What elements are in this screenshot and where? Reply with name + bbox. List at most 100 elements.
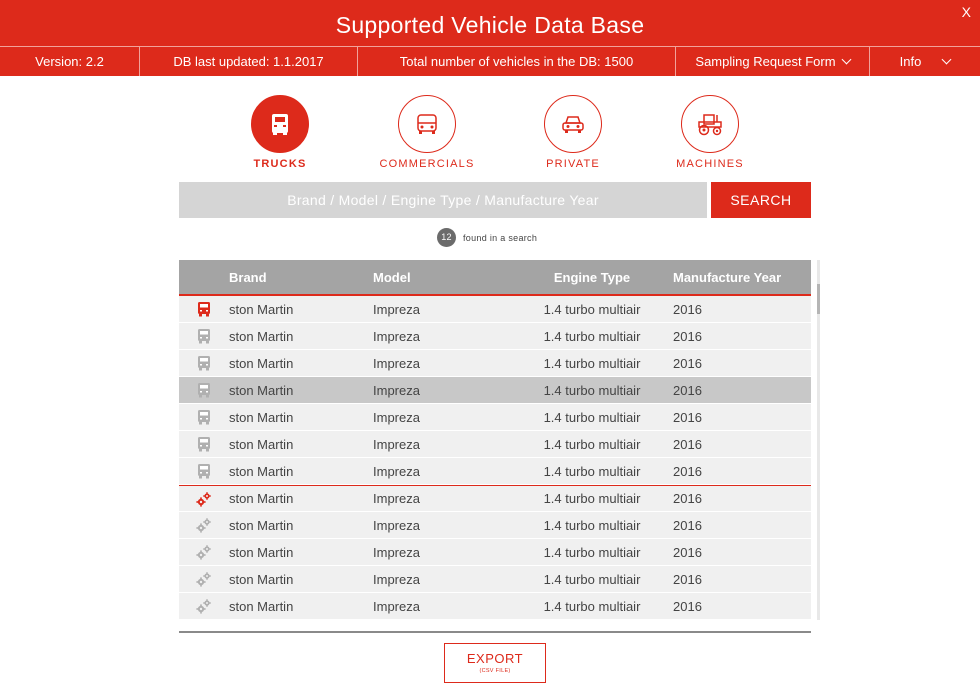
truck-icon <box>179 328 229 344</box>
table-row[interactable]: ston Martin Impreza 1.4 turbo multiair 2016 <box>179 593 811 620</box>
truck-icon <box>179 436 229 452</box>
category-commercials[interactable]: COMMERCIALS <box>367 95 487 170</box>
cell-manufacture-year: 2016 <box>673 463 702 479</box>
cell-model: Impreza <box>373 355 420 371</box>
cell-model: Impreza <box>373 544 420 560</box>
table-row[interactable]: ston Martin Impreza 1.4 turbo multiair 2016 <box>179 458 811 485</box>
category-machines[interactable]: MACHINES <box>650 95 770 170</box>
results-summary: 12 found in a search <box>437 228 537 247</box>
header-engine-type[interactable]: Engine Type <box>511 270 673 285</box>
cell-engine-type: 1.4 turbo multiair <box>543 544 641 560</box>
cell-engine-type: 1.4 turbo multiair <box>543 355 641 371</box>
cell-brand: ston Martin <box>229 382 294 398</box>
cell-engine-type: 1.4 turbo multiair <box>543 409 641 425</box>
cell-brand: ston Martin <box>229 436 294 452</box>
cell-manufacture-year: 2016 <box>673 328 702 344</box>
cell-manufacture-year: 2016 <box>673 301 702 317</box>
total-vehicles-label: Total number of vehicles in the DB: 1500 <box>358 47 676 76</box>
truck-icon <box>179 355 229 371</box>
cell-brand: ston Martin <box>229 517 294 533</box>
table-row[interactable]: ston Martin Impreza 1.4 turbo multiair 2016 <box>179 404 811 431</box>
cell-engine-type: 1.4 turbo multiair <box>543 328 641 344</box>
results-count-badge: 12 <box>437 228 456 247</box>
van-icon <box>398 95 456 153</box>
cell-engine-type: 1.4 turbo multiair <box>543 436 641 452</box>
cell-manufacture-year: 2016 <box>673 436 702 452</box>
table-row[interactable]: ston Martin Impreza 1.4 turbo multiair 2016 <box>179 377 811 404</box>
gears-icon <box>179 544 229 560</box>
cell-brand: ston Martin <box>229 301 294 317</box>
scrollbar-track[interactable] <box>817 260 820 620</box>
cell-model: Impreza <box>373 463 420 479</box>
table-row[interactable]: ston Martin Impreza 1.4 turbo multiair 2016 <box>179 431 811 458</box>
category-trucks-label: TRUCKS <box>253 158 307 170</box>
table-row[interactable]: ston Martin Impreza 1.4 turbo multiair 2016 <box>179 296 811 323</box>
cell-brand: ston Martin <box>229 491 294 506</box>
cell-manufacture-year: 2016 <box>673 544 702 560</box>
category-private-label: PRIVATE <box>546 158 600 170</box>
close-button[interactable]: X <box>962 4 971 20</box>
cell-engine-type: 1.4 turbo multiair <box>543 517 641 533</box>
truck-icon <box>251 95 309 153</box>
truck-icon <box>179 301 229 317</box>
table-row[interactable]: ston Martin Impreza 1.4 turbo multiair 2016 <box>179 350 811 377</box>
cell-model: Impreza <box>373 328 420 344</box>
version-label: Version: 2.2 <box>0 47 140 76</box>
category-trucks[interactable]: TRUCKS <box>220 95 340 170</box>
export-button[interactable]: EXPORT (CSV FILE) <box>444 643 546 683</box>
sampling-request-dropdown[interactable]: Sampling Request Form <box>676 47 870 76</box>
table-row[interactable]: ston Martin Impreza 1.4 turbo multiair 2016 <box>179 485 811 512</box>
cell-manufacture-year: 2016 <box>673 382 702 398</box>
category-commercials-label: COMMERCIALS <box>379 158 475 170</box>
cell-model: Impreza <box>373 436 420 452</box>
header-model[interactable]: Model <box>373 270 511 285</box>
cell-engine-type: 1.4 turbo multiair <box>543 463 641 479</box>
cell-manufacture-year: 2016 <box>673 571 702 587</box>
search-button[interactable]: SEARCH <box>711 182 811 218</box>
truck-icon <box>179 382 229 398</box>
gears-icon <box>179 598 229 614</box>
gears-icon <box>179 571 229 587</box>
truck-icon <box>179 463 229 479</box>
tractor-icon <box>681 95 739 153</box>
cell-engine-type: 1.4 turbo multiair <box>543 491 641 506</box>
scrollbar-thumb[interactable] <box>817 284 820 314</box>
cell-brand: ston Martin <box>229 598 294 614</box>
table-header: Brand Model Engine Type Manufacture Year <box>179 260 811 296</box>
cell-model: Impreza <box>373 382 420 398</box>
table-row[interactable]: ston Martin Impreza 1.4 turbo multiair 2016 <box>179 566 811 593</box>
vehicle-table: Brand Model Engine Type Manufacture Year… <box>179 260 811 620</box>
cell-brand: ston Martin <box>229 571 294 587</box>
info-dropdown[interactable]: Info <box>870 47 980 76</box>
window-title: Supported Vehicle Data Base <box>335 12 645 38</box>
table-row[interactable]: ston Martin Impreza 1.4 turbo multiair 2016 <box>179 512 811 539</box>
title-bar: Supported Vehicle Data Base X <box>0 0 980 46</box>
cell-model: Impreza <box>373 598 420 614</box>
cell-model: Impreza <box>373 301 420 317</box>
category-private[interactable]: PRIVATE <box>513 95 633 170</box>
cell-manufacture-year: 2016 <box>673 355 702 371</box>
search-input[interactable] <box>179 182 707 218</box>
table-bottom-rule <box>179 631 811 633</box>
cell-brand: ston Martin <box>229 328 294 344</box>
cell-model: Impreza <box>373 491 420 506</box>
cell-brand: ston Martin <box>229 544 294 560</box>
export-sublabel: (CSV FILE) <box>479 668 511 674</box>
cell-engine-type: 1.4 turbo multiair <box>543 382 641 398</box>
cell-engine-type: 1.4 turbo multiair <box>543 301 641 317</box>
header-brand[interactable]: Brand <box>229 270 373 285</box>
car-icon <box>544 95 602 153</box>
cell-manufacture-year: 2016 <box>673 517 702 533</box>
cell-manufacture-year: 2016 <box>673 409 702 425</box>
chevron-down-icon <box>941 54 952 65</box>
cell-brand: ston Martin <box>229 355 294 371</box>
table-row[interactable]: ston Martin Impreza 1.4 turbo multiair 2016 <box>179 539 811 566</box>
cell-model: Impreza <box>373 571 420 587</box>
header-manufacture-year[interactable]: Manufacture Year <box>673 270 811 285</box>
cell-brand: ston Martin <box>229 409 294 425</box>
category-machines-label: MACHINES <box>676 158 744 170</box>
export-label: EXPORT <box>466 651 524 666</box>
table-row[interactable]: ston Martin Impreza 1.4 turbo multiair 2016 <box>179 323 811 350</box>
cell-manufacture-year: 2016 <box>673 491 702 506</box>
info-label: Info <box>899 54 922 69</box>
